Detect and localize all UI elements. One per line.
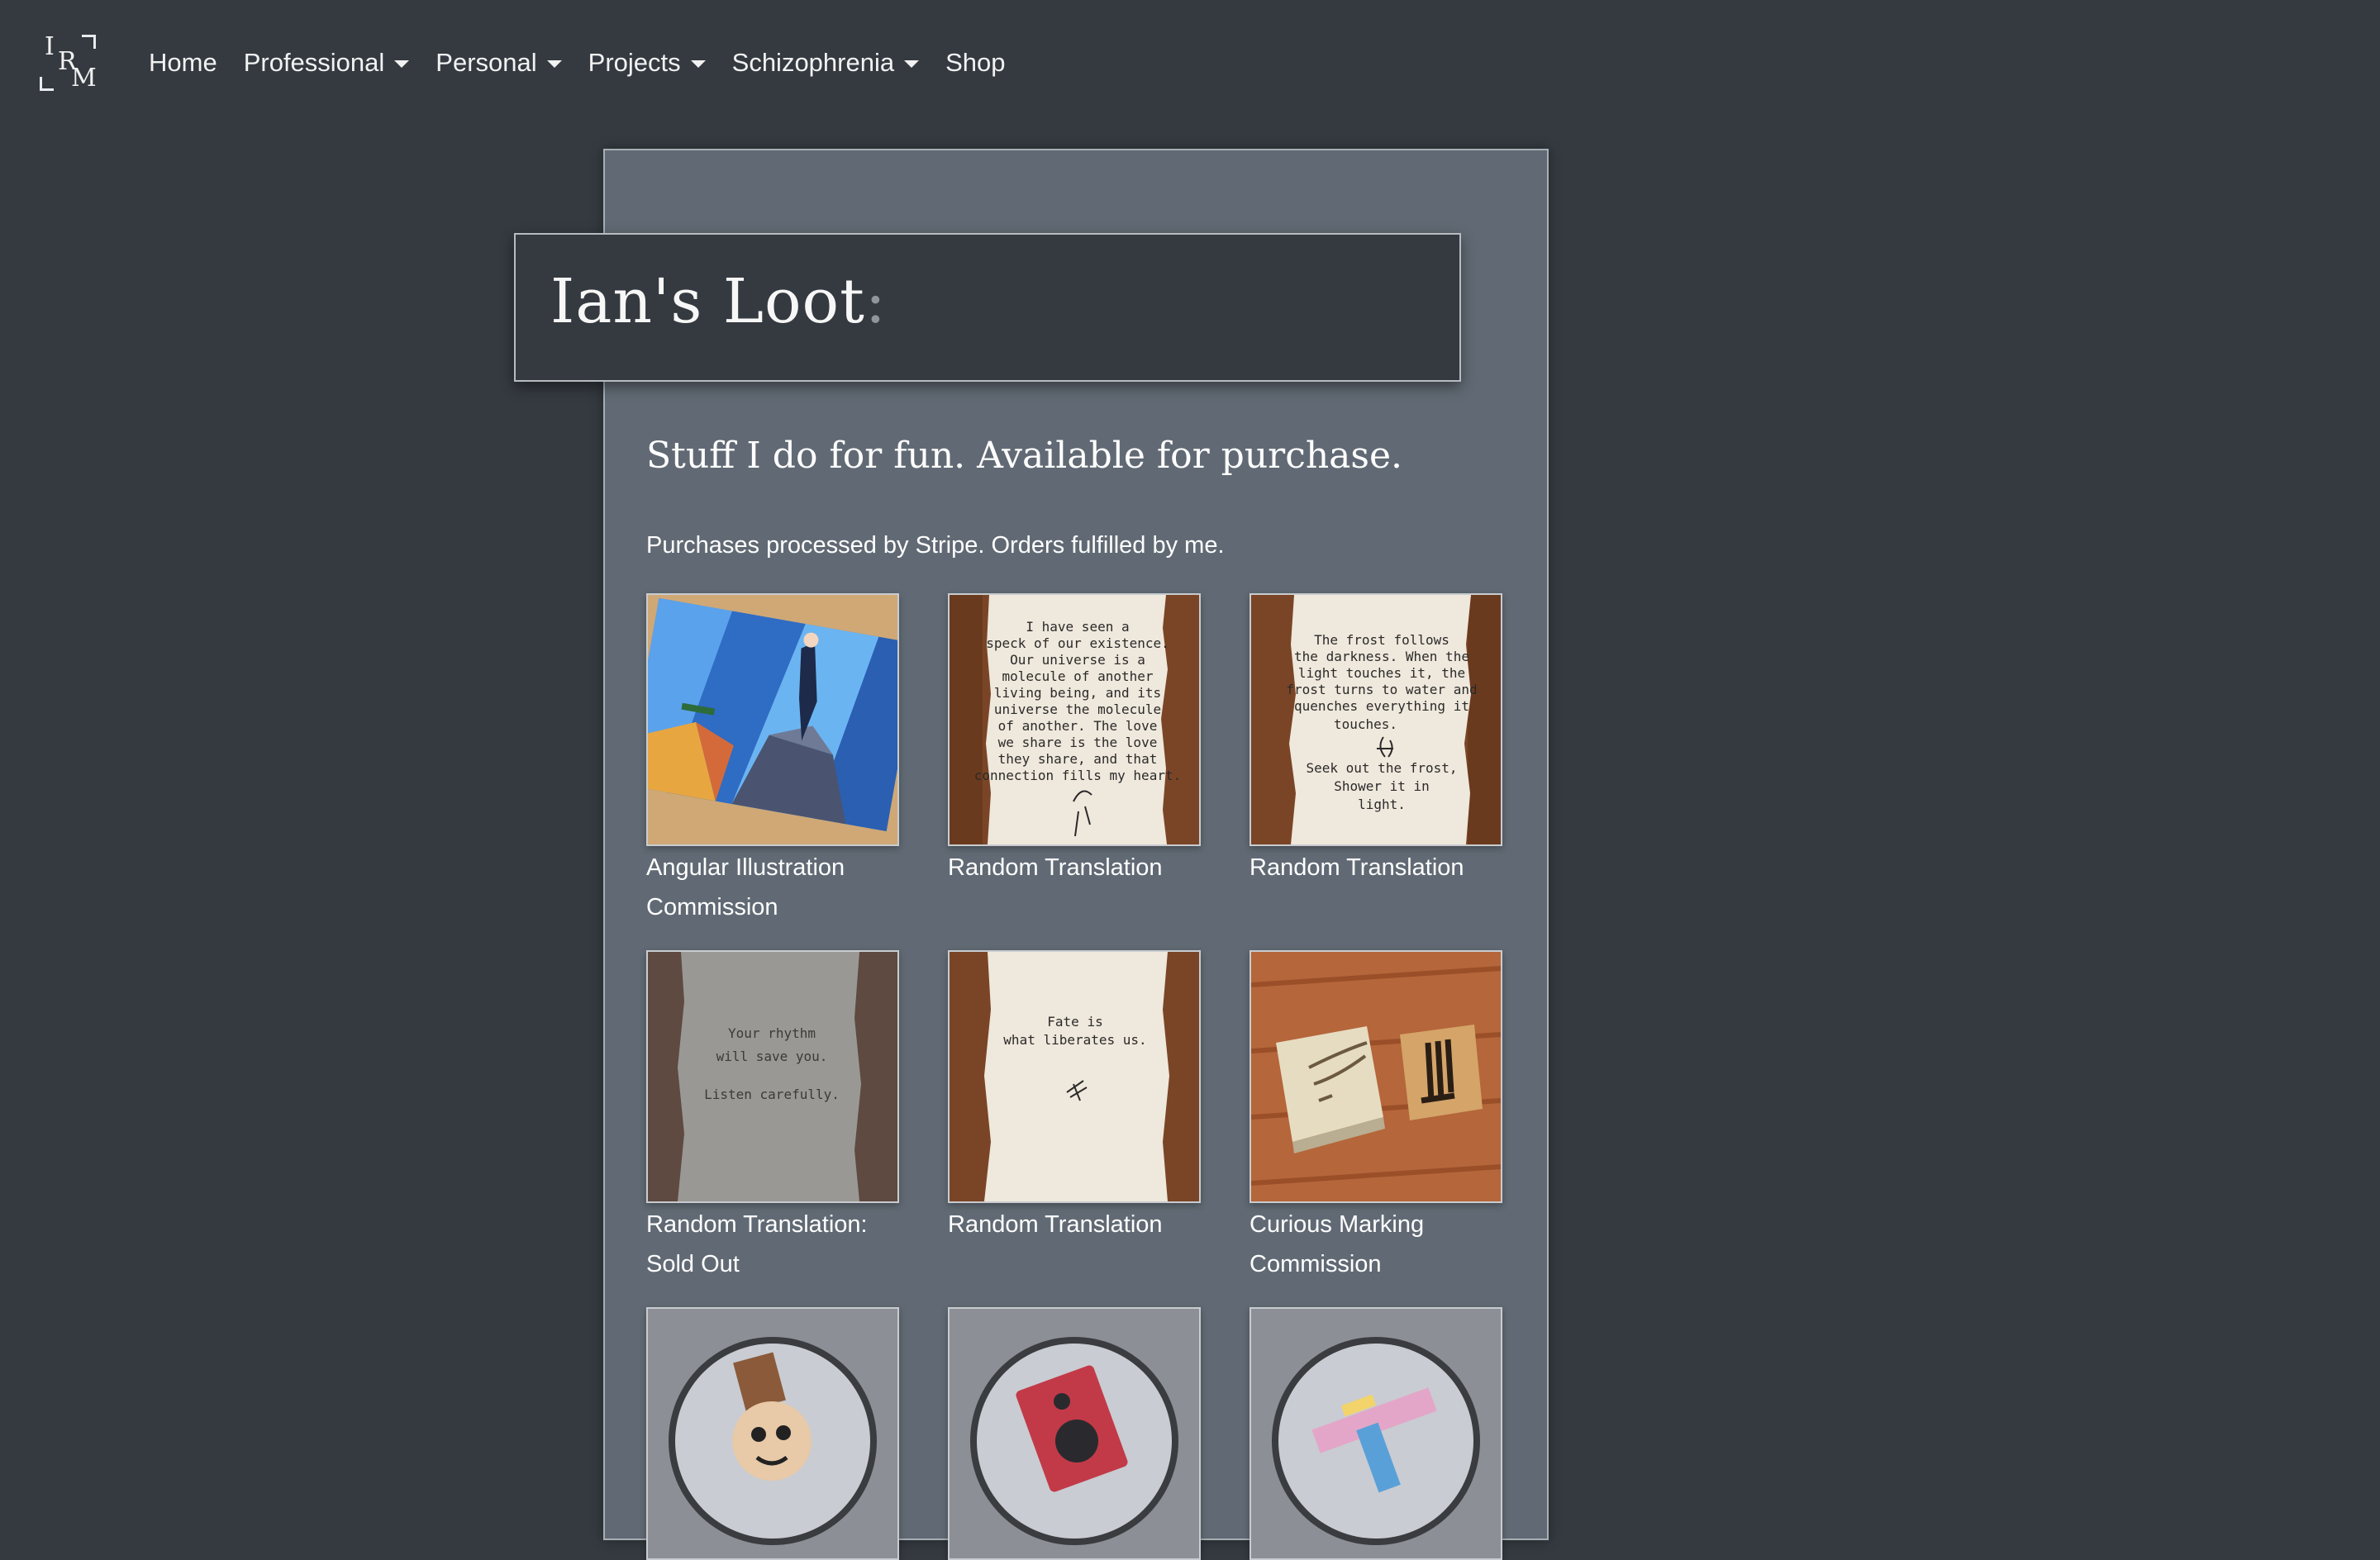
note-text-line: they share, and that (998, 751, 1158, 767)
product-name[interactable]: Random Translation: Sold Out (646, 1205, 899, 1284)
product-card[interactable]: Angular Illustration Commission (646, 593, 899, 927)
nav-item-label: Personal (436, 48, 537, 77)
navbar: I R M Home Professional Personal Project… (0, 0, 2380, 128)
note-text-line: will save you. (716, 1049, 828, 1064)
note-text-line: Our universe is a (1010, 652, 1145, 668)
handwritten-note-image[interactable]: Your rhythm will save you. Listen carefu… (646, 950, 899, 1203)
sticker-face-image[interactable] (646, 1307, 899, 1560)
note-text-line: Seek out the frost, (1306, 760, 1457, 776)
nav-item-home[interactable]: Home (149, 48, 217, 78)
site-logo[interactable]: I R M (36, 31, 99, 94)
note-text-line: Listen carefully. (704, 1087, 840, 1102)
note-text-line: frost turns to water and (1286, 682, 1477, 697)
nav-item-professional[interactable]: Professional (244, 48, 410, 78)
nav-item-projects[interactable]: Projects (588, 48, 706, 78)
page-title-colon: : (864, 266, 887, 337)
note-text-line: Your rhythm (728, 1025, 816, 1041)
nav-item-label: Professional (243, 48, 385, 77)
handwritten-note-image[interactable]: The frost follows the darkness. When the… (1250, 593, 1502, 846)
note-text-line: we share is the love (998, 735, 1158, 750)
note-text-line: Shower it in (1334, 778, 1430, 794)
note-text-line: connection fills my heart. (974, 768, 1181, 783)
note-text-line: Fate is (1047, 1014, 1102, 1030)
carved-blocks-image[interactable] (1250, 950, 1502, 1203)
product-card[interactable]: Fate is what liberates us. Random Transl… (948, 950, 1201, 1244)
handwritten-note-image[interactable]: Fate is what liberates us. (948, 950, 1201, 1203)
product-card[interactable] (646, 1307, 899, 1560)
note-text-line: of another. The love (998, 718, 1158, 734)
page-subtitle: Stuff I do for fun. Available for purcha… (646, 435, 1403, 477)
page-title-text: Ian's Loot (550, 266, 865, 337)
chevron-down-icon (690, 59, 706, 68)
nav-item-personal[interactable]: Personal (436, 48, 562, 78)
product-card[interactable]: The frost follows the darkness. When the… (1250, 593, 1502, 887)
product-name[interactable]: Random Translation (948, 848, 1201, 887)
logo-letter: M (71, 64, 97, 93)
product-name[interactable]: Random Translation (1250, 848, 1502, 887)
note-text-line: what liberates us. (1003, 1032, 1146, 1048)
chevron-down-icon (394, 59, 410, 68)
logo-corner-top-right (82, 35, 96, 49)
note-text-line: light. (1358, 797, 1406, 812)
product-card[interactable]: Curious Marking Commission (1250, 950, 1502, 1284)
chevron-down-icon (904, 59, 920, 68)
note-text-line: molecule of another (1002, 668, 1153, 684)
product-card[interactable] (1250, 1307, 1502, 1560)
sticker-speaker-image[interactable] (948, 1307, 1201, 1560)
purchase-note: Purchases processed by Stripe. Orders fu… (646, 532, 1225, 559)
product-name[interactable]: Random Translation (948, 1205, 1201, 1244)
note-text-line: light touches it, the (1298, 665, 1465, 681)
product-name[interactable]: Angular Illustration Commission (646, 848, 899, 927)
product-card[interactable] (948, 1307, 1201, 1560)
handwritten-note-image[interactable]: I have seen a speck of our existence. Ou… (948, 593, 1201, 846)
nav-item-label: Shop (945, 48, 1006, 77)
product-card[interactable]: Your rhythm will save you. Listen carefu… (646, 950, 899, 1284)
note-text-line: I have seen a (1026, 619, 1129, 635)
sticker-gun-image[interactable] (1250, 1307, 1502, 1560)
note-text-line: The frost follows (1314, 632, 1449, 648)
nav-item-label: Schizophrenia (731, 48, 895, 77)
note-text-line: living being, and its (994, 685, 1161, 701)
logo-letter: I (45, 32, 55, 61)
logo-corner-bottom-left (40, 77, 54, 91)
nav-links: Home Professional Personal Projects Schi… (149, 45, 1032, 81)
note-text-line: universe the molecule (994, 702, 1161, 717)
nav-item-shop[interactable]: Shop (945, 48, 1005, 78)
note-text-line: speck of our existence. (986, 635, 1169, 651)
nav-item-schizophrenia[interactable]: Schizophrenia (731, 48, 920, 78)
page-title-box: Ian's Loot: (514, 233, 1461, 382)
nav-item-label: Projects (588, 48, 681, 77)
page-title: Ian's Loot: (550, 266, 887, 337)
nav-item-label: Home (149, 48, 217, 77)
angular-illustration-image[interactable] (646, 593, 899, 846)
product-card[interactable]: I have seen a speck of our existence. Ou… (948, 593, 1201, 887)
product-name[interactable]: Curious Marking Commission (1250, 1205, 1502, 1284)
note-text-line: quenches everything it (1294, 698, 1469, 714)
note-text-line: the darkness. When the (1294, 649, 1469, 664)
chevron-down-icon (546, 59, 562, 68)
note-text-line: touches. (1334, 716, 1397, 732)
